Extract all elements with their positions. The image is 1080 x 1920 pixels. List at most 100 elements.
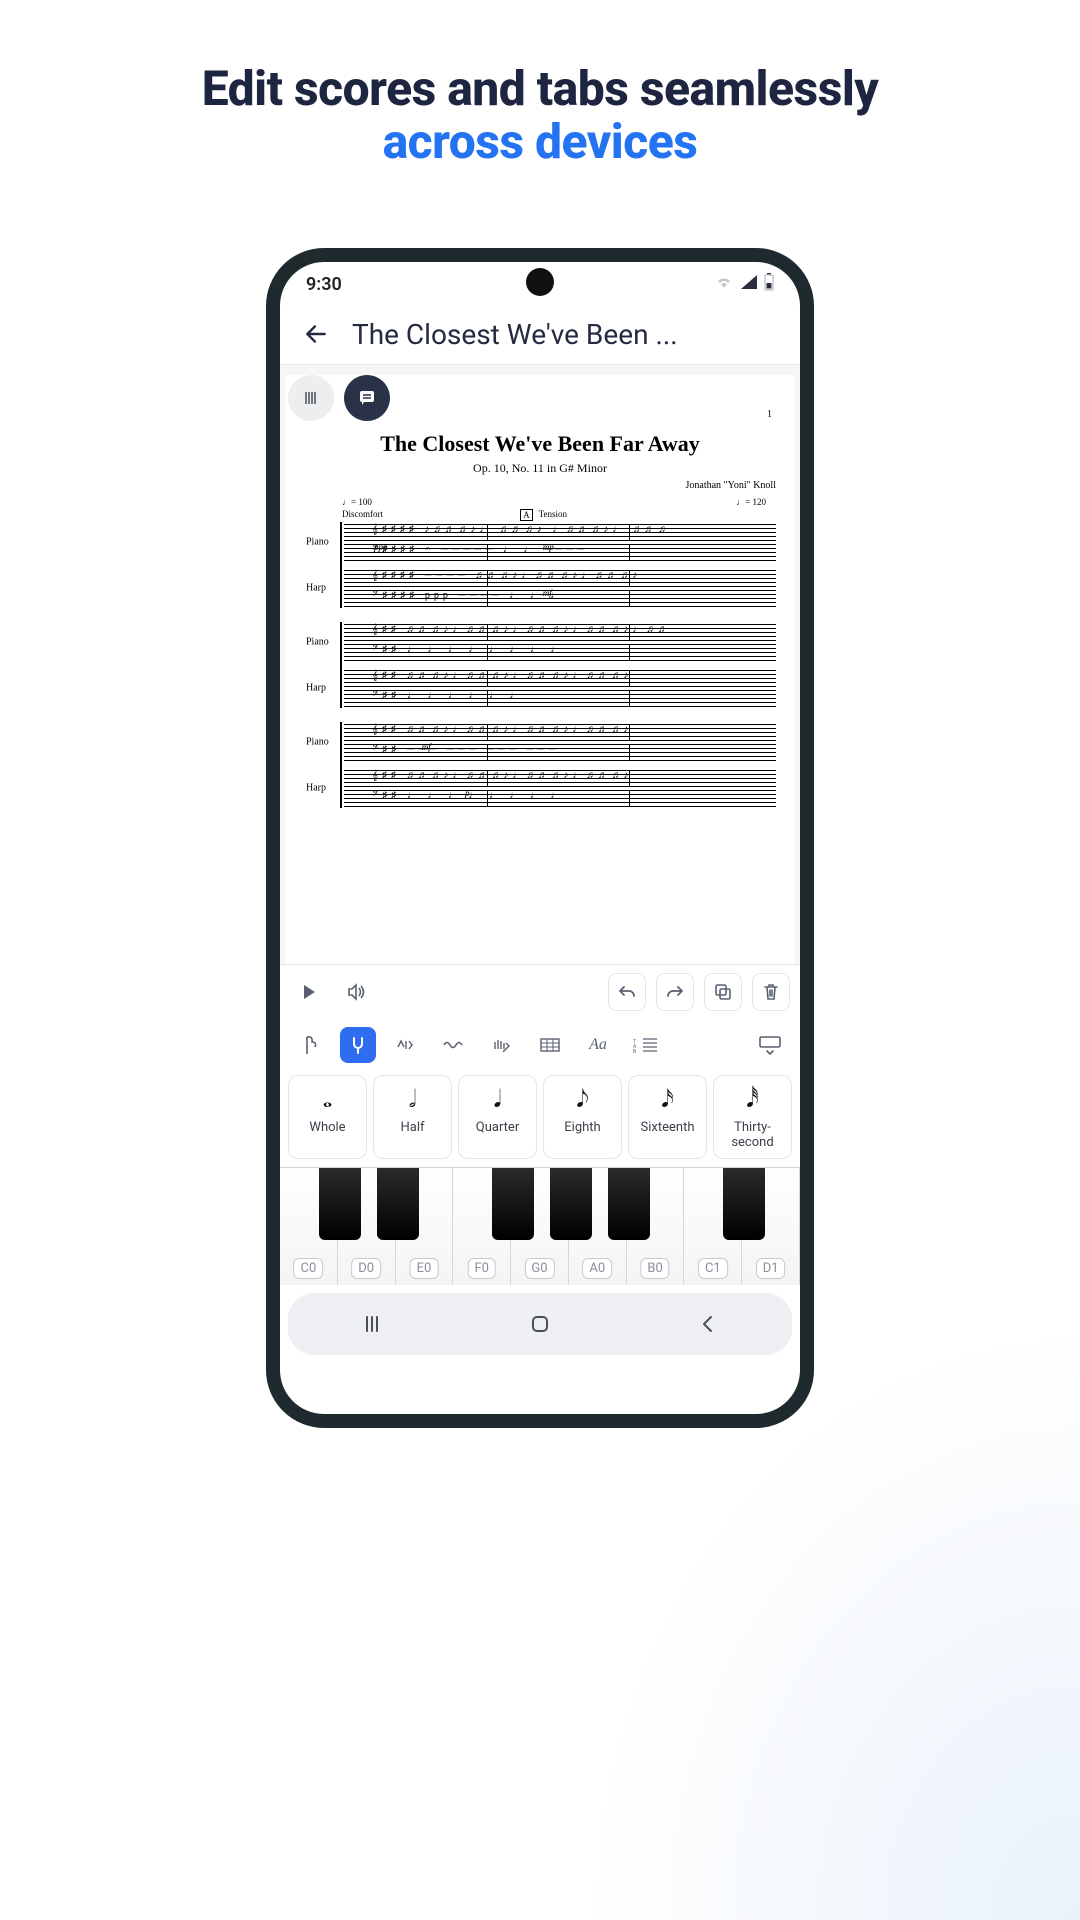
piano-keyboard[interactable]: C0 D0 E0 F0 G0 A0 B0 C1 D1: [280, 1167, 800, 1285]
page-title: The Closest We've Been ...: [352, 318, 678, 351]
tool-text[interactable]: Aa: [580, 1027, 616, 1063]
tempo-right: ♩= 120: [736, 497, 766, 507]
delete-button[interactable]: [752, 973, 790, 1011]
score-page: 1 The Closest We've Been Far Away Op. 10…: [286, 375, 794, 964]
note-label: Half: [376, 1120, 449, 1135]
nav-home[interactable]: [510, 1304, 570, 1344]
tool-flag[interactable]: [292, 1027, 328, 1063]
comments-button[interactable]: [344, 375, 390, 421]
arrow-left-icon: [303, 321, 329, 347]
recents-icon: [360, 1312, 384, 1336]
marking-discomfort: Discomfort: [342, 509, 520, 521]
note-label: Eighth: [546, 1120, 619, 1135]
note-label: Sixteenth: [631, 1120, 704, 1135]
svg-text:B: B: [633, 1049, 636, 1054]
key-label: E0: [410, 1258, 439, 1279]
tool-keyboard-toggle[interactable]: [752, 1027, 788, 1063]
nav-back[interactable]: [678, 1304, 738, 1344]
battery-icon: [764, 273, 774, 296]
key-label: B0: [640, 1258, 669, 1279]
score-subtitle: Op. 10, No. 11 in G# Minor: [304, 461, 776, 476]
hero-headline-2: across devices: [0, 113, 1080, 170]
note-glyph: 𝅘𝅥𝅮: [546, 1084, 619, 1116]
home-icon: [528, 1312, 552, 1336]
sheet-viewport[interactable]: 1 The Closest We've Been Far Away Op. 10…: [280, 364, 800, 964]
key-label: F0: [467, 1258, 496, 1279]
key-label: C1: [698, 1258, 728, 1279]
signal-icon: [740, 274, 758, 295]
note-label: Whole: [291, 1120, 364, 1135]
score-composer: Jonathan "Yoni" Knoll: [304, 480, 776, 491]
nav-recents[interactable]: [342, 1304, 402, 1344]
trash-icon: [762, 982, 780, 1002]
score-system-3: Piano 𝄞♯♯ ♫♬♫♪♩♫♬♫♪♩♫♬♫♪♩♫♬♫♪mf 𝄢♯♯ ─── …: [340, 722, 776, 808]
hero-headline-1: Edit scores and tabs seamlessly: [0, 60, 1080, 117]
instrument-harp: Harp: [306, 583, 326, 594]
tool-tabs: Aa TAB: [280, 1019, 800, 1071]
note-label: Thirty-second: [716, 1120, 789, 1150]
key-label: D1: [756, 1258, 786, 1279]
undo-button[interactable]: [608, 973, 646, 1011]
back-button[interactable]: [298, 316, 334, 352]
volume-button[interactable]: [338, 973, 376, 1011]
duration-whole[interactable]: 𝅝 Whole: [288, 1075, 367, 1159]
wifi-icon: [714, 274, 734, 295]
copy-icon: [714, 983, 732, 1001]
duration-half[interactable]: 𝅗𝅥 Half: [373, 1075, 452, 1159]
play-button[interactable]: [290, 973, 328, 1011]
tool-ornaments[interactable]: [436, 1027, 472, 1063]
speaker-icon: [346, 982, 368, 1002]
rehearsal-mark: A: [520, 509, 533, 521]
duration-sixteenth[interactable]: 𝅘𝅥𝅯 Sixteenth: [628, 1075, 707, 1159]
score-title: The Closest We've Been Far Away: [304, 431, 776, 457]
copy-button[interactable]: [704, 973, 742, 1011]
key-label: D0: [351, 1258, 381, 1279]
piano-key-gs0[interactable]: [550, 1168, 592, 1240]
duration-eighth[interactable]: 𝅘𝅥𝅮 Eighth: [543, 1075, 622, 1159]
note-glyph: 𝅗𝅥: [376, 1084, 449, 1116]
hand-edit-icon: [491, 1035, 513, 1055]
keyboard-collapse-icon: [758, 1035, 782, 1055]
piano-key-as0[interactable]: [608, 1168, 650, 1240]
android-nav-bar: [288, 1293, 792, 1355]
phone-mockup: 9:30 The Closest We've Been ...: [266, 248, 814, 1428]
piano-key-cs0[interactable]: [319, 1168, 361, 1240]
score-system-2: Piano 𝄞♯♯ ♫♬♫♪♩♫♬♫♪♩♫♬♫♪♩♫♬♫♪♩♫♬ 𝄢♯♯ ♩ ♩…: [340, 622, 776, 708]
key-label: A0: [582, 1258, 612, 1279]
key-label: G0: [524, 1258, 554, 1279]
flag-icon: [301, 1034, 319, 1056]
articulation-icon: [394, 1035, 418, 1055]
score-system-1: Piano 𝄞♯♯♯♯ ♪♫♬♫♪♩ ♫♬♫♪ ♩♫♬♫♪♩ ♫♬♫pppmp …: [340, 522, 776, 608]
marking-tension: Tension: [539, 509, 567, 521]
instrument-piano: Piano: [306, 537, 329, 548]
duration-thirty-second[interactable]: 𝅘𝅥𝅰 Thirty-second: [713, 1075, 792, 1159]
instrument-harp-3: Harp: [306, 783, 326, 794]
tool-tuning-fork[interactable]: [340, 1027, 376, 1063]
note-glyph: 𝅘𝅥𝅰: [716, 1084, 789, 1116]
app-header: The Closest We've Been ...: [280, 306, 800, 364]
key-label: C0: [294, 1258, 324, 1279]
bars-icon: [301, 388, 321, 408]
tempo-left: ♩= 100: [342, 497, 372, 507]
status-time: 9:30: [306, 274, 342, 295]
piano-key-cs1[interactable]: [723, 1168, 765, 1240]
comment-icon: [357, 388, 377, 408]
redo-icon: [665, 983, 685, 1001]
tool-hand-edit[interactable]: [484, 1027, 520, 1063]
instrument-harp-2: Harp: [306, 683, 326, 694]
play-icon: [300, 983, 318, 1001]
redo-button[interactable]: [656, 973, 694, 1011]
piano-key-ds0[interactable]: [377, 1168, 419, 1240]
view-mode-button[interactable]: [288, 375, 334, 421]
ornament-icon: [442, 1037, 466, 1053]
tool-measure[interactable]: [532, 1027, 568, 1063]
note-duration-row: 𝅝 Whole 𝅗𝅥 Half 𝅘𝅥 Quarter 𝅘𝅥𝅮 Eighth 𝅘𝅥…: [280, 1071, 800, 1167]
tool-tab[interactable]: TAB: [628, 1027, 664, 1063]
duration-quarter[interactable]: 𝅘𝅥 Quarter: [458, 1075, 537, 1159]
tab-icon: TAB: [633, 1036, 659, 1054]
instrument-piano-2: Piano: [306, 637, 329, 648]
phone-camera-notch: [526, 268, 554, 296]
tuning-fork-icon: [348, 1035, 368, 1055]
piano-key-fs0[interactable]: [492, 1168, 534, 1240]
tool-articulations[interactable]: [388, 1027, 424, 1063]
